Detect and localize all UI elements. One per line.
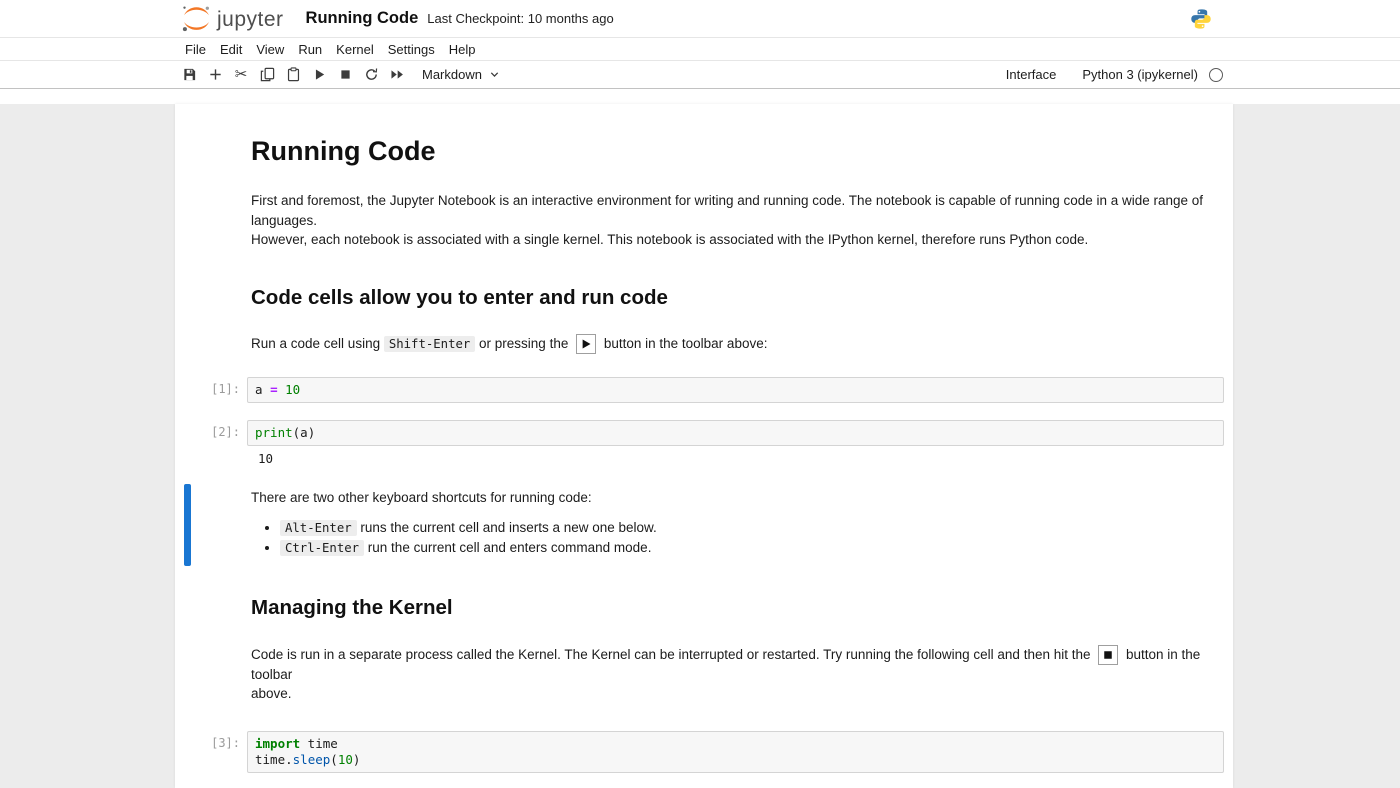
play-icon xyxy=(315,69,324,80)
shortcuts-paragraph: There are two other keyboard shortcuts f… xyxy=(251,490,592,505)
kernel-name[interactable]: Python 3 (ipykernel) xyxy=(1082,67,1198,82)
menu-view[interactable]: View xyxy=(249,40,291,59)
selected-cell-indicator xyxy=(184,484,191,566)
code-token: (a) xyxy=(292,425,316,440)
code-cell-1[interactable]: [1]: a = 10 xyxy=(175,377,1233,403)
kernel-paragraph: Code is run in a separate process called… xyxy=(251,644,1205,704)
python-icon xyxy=(1190,8,1212,30)
markdown-cell-kernel[interactable]: Managing the Kernel Code is run in a sep… xyxy=(251,596,1205,704)
scissors-icon: ✂ xyxy=(234,66,248,83)
restart-kernel-button[interactable] xyxy=(358,63,384,87)
jupyter-logo-icon xyxy=(182,6,209,32)
jupyter-logo[interactable]: jupyter xyxy=(180,4,284,33)
stop-icon xyxy=(1104,651,1112,659)
cell-type-value: Markdown xyxy=(422,67,482,82)
paste-button[interactable] xyxy=(280,63,306,87)
save-button[interactable] xyxy=(176,63,202,87)
list-item: Ctrl-Enter run the current cell and ente… xyxy=(280,538,1205,558)
kbd-ctrl-enter: Ctrl-Enter xyxy=(280,539,365,556)
kbd-alt-enter: Alt-Enter xyxy=(280,519,357,536)
code-editor[interactable]: print(a) xyxy=(247,420,1224,446)
code-token-number: 10 xyxy=(285,382,301,397)
notebook-toolbar: ✂ Markdown Interface Python 3 (ipykernel… xyxy=(0,61,1400,89)
page-title: Running Code xyxy=(251,136,436,166)
menu-file[interactable]: File xyxy=(178,40,213,59)
restart-run-all-button[interactable] xyxy=(384,63,410,87)
code-token: time xyxy=(300,735,338,751)
markdown-cell-title[interactable]: Running Code First and foremost, the Jup… xyxy=(251,135,1205,354)
run-cell-paragraph: Run a code cell using Shift-Enter or pre… xyxy=(251,333,1205,355)
code-token-number: 10 xyxy=(337,751,353,767)
intro-line1: First and foremost, the Jupyter Notebook… xyxy=(251,193,1204,228)
kernel-status-icon[interactable] xyxy=(1209,67,1223,82)
menu-help[interactable]: Help xyxy=(442,40,483,59)
chevron-down-icon xyxy=(490,72,499,77)
run-para-part3: button in the toolbar above: xyxy=(600,335,768,351)
stop-icon xyxy=(340,70,350,79)
code-token: a xyxy=(255,382,271,397)
run-para-part2: or pressing the xyxy=(475,335,573,351)
menu-run[interactable]: Run xyxy=(291,40,329,59)
intro-line2: However, each notebook is associated wit… xyxy=(251,232,1089,247)
plus-icon xyxy=(209,69,221,80)
cell-prompt: [2]: xyxy=(211,425,240,439)
notebook-title[interactable]: Running Code xyxy=(306,9,419,28)
inline-play-button-image xyxy=(576,333,597,354)
cell-output: 10 xyxy=(258,451,274,466)
code-cell-2[interactable]: [2]: print(a) xyxy=(175,420,1233,446)
menu-settings[interactable]: Settings xyxy=(381,40,442,59)
kernel-para-line2: above. xyxy=(251,686,292,702)
intro-paragraph: First and foremost, the Jupyter Notebook… xyxy=(251,191,1205,250)
copy-icon xyxy=(260,67,274,82)
copy-button[interactable] xyxy=(254,63,280,87)
notebook-scroll-area[interactable]: Running Code First and foremost, the Jup… xyxy=(0,104,1400,788)
menu-edit[interactable]: Edit xyxy=(213,40,249,59)
header-bar: jupyter Running Code Last Checkpoint: 10… xyxy=(0,0,1400,38)
jupyter-logo-text: jupyter xyxy=(217,8,284,31)
markdown-cell-shortcuts[interactable]: There are two other keyboard shortcuts f… xyxy=(175,484,1233,566)
code-token: ( xyxy=(330,751,338,767)
list-item: Alt-Enter runs the current cell and inse… xyxy=(280,518,1205,538)
menu-kernel[interactable]: Kernel xyxy=(329,40,381,59)
shortcut-text: runs the current cell and inserts a new … xyxy=(356,519,657,535)
shortcut-text: run the current cell and enters command … xyxy=(364,539,652,555)
inline-stop-button-image xyxy=(1098,644,1119,665)
code-editor[interactable]: import time time.sleep(10) xyxy=(247,730,1224,773)
section-heading-kernel: Managing the Kernel xyxy=(251,595,453,619)
paste-icon xyxy=(287,67,299,82)
code-token-keyword: import xyxy=(255,735,301,751)
play-icon xyxy=(582,339,591,349)
run-cell-button[interactable] xyxy=(306,63,332,87)
restart-icon xyxy=(365,68,377,80)
cell-prompt: [3]: xyxy=(211,735,240,750)
code-token-builtin: print xyxy=(255,425,293,440)
interrupt-kernel-button[interactable] xyxy=(332,63,358,87)
notebook-panel: Running Code First and foremost, the Jup… xyxy=(175,104,1233,788)
save-icon xyxy=(183,68,195,81)
interface-label[interactable]: Interface xyxy=(1006,67,1057,82)
fast-forward-icon xyxy=(391,70,403,79)
shortcuts-list: Alt-Enter runs the current cell and inse… xyxy=(251,518,1205,558)
kernel-para-part1: Code is run in a separate process called… xyxy=(251,646,1095,662)
cell-prompt: [1]: xyxy=(211,382,240,396)
last-checkpoint-label: Last Checkpoint: 10 months ago xyxy=(427,11,614,26)
code-cell-3[interactable]: [3]: import time time.sleep(10) xyxy=(175,730,1233,773)
cut-button[interactable]: ✂ xyxy=(228,63,254,87)
code-token-property: sleep xyxy=(292,751,331,767)
menu-bar: File Edit View Run Kernel Settings Help xyxy=(0,38,1400,61)
cell-type-dropdown[interactable]: Markdown xyxy=(422,67,500,82)
run-para-part1: Run a code cell using xyxy=(251,335,384,351)
code-token-operator: = xyxy=(270,382,286,397)
code-editor[interactable]: a = 10 xyxy=(247,377,1224,403)
add-cell-button[interactable] xyxy=(202,63,228,87)
code-token: ) xyxy=(352,751,361,767)
kbd-shift-enter: Shift-Enter xyxy=(383,335,476,352)
section-heading-code-cells: Code cells allow you to enter and run co… xyxy=(251,285,668,309)
code-token: time. xyxy=(255,751,293,767)
